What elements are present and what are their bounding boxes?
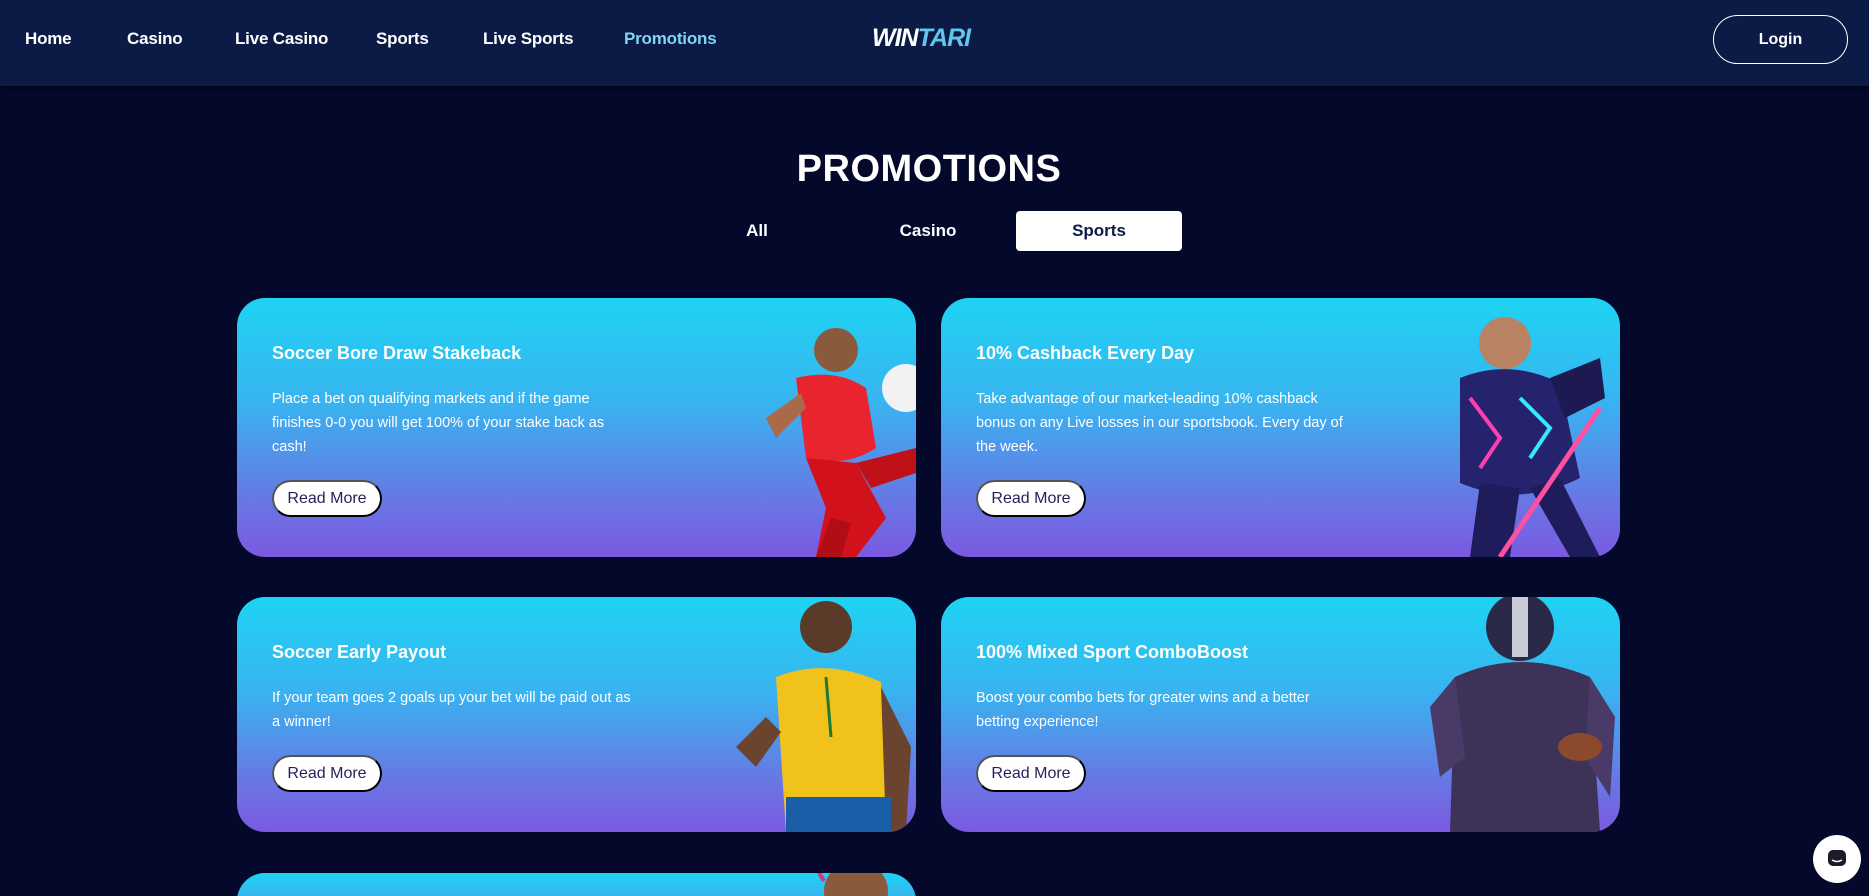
soccer-player-thumbs-up-image [736, 601, 911, 832]
logo-win: WIN [872, 24, 919, 52]
card-title: 10% Cashback Every Day [976, 343, 1195, 363]
site-header: Home Casino Live Casino Sports Live Spor… [0, 0, 1869, 86]
promo-card [237, 873, 916, 896]
tab-all[interactable]: All [674, 211, 840, 251]
card-description: Place a bet on qualifying markets and if… [272, 391, 605, 455]
card-title: Soccer Early Payout [272, 642, 447, 662]
nav-live-sports[interactable]: Live Sports [483, 29, 574, 49]
athlete-image [816, 873, 888, 896]
login-button[interactable]: Login [1713, 15, 1848, 64]
promo-card: 100% Mixed Sport ComboBoost Boost your c… [941, 597, 1620, 832]
nav-promotions[interactable]: Promotions [624, 29, 717, 49]
logo-tari: TARI [917, 24, 971, 52]
american-football-player-image [1430, 597, 1615, 832]
read-more-button[interactable]: Read More [976, 755, 1086, 792]
nav-casino[interactable]: Casino [127, 29, 183, 49]
card-description: Boost your combo bets for greater wins a… [976, 690, 1310, 730]
chat-icon [1828, 850, 1846, 866]
card-title: Soccer Bore Draw Stakeback [272, 343, 522, 363]
read-more-button[interactable]: Read More [976, 480, 1086, 517]
card-title: 100% Mixed Sport ComboBoost [976, 642, 1249, 662]
chat-button[interactable] [1813, 835, 1861, 883]
read-more-button[interactable]: Read More [272, 480, 382, 517]
hockey-player-image [1460, 317, 1605, 557]
tab-sports[interactable]: Sports [1016, 211, 1182, 251]
nav-home[interactable]: Home [25, 29, 72, 49]
read-more-button[interactable]: Read More [272, 755, 382, 792]
card-description: Take advantage of our market-leading 10%… [976, 391, 1343, 455]
nav-live-casino[interactable]: Live Casino [235, 29, 328, 49]
site-logo[interactable]: WINTARI [872, 24, 971, 53]
page-title: PROMOTIONS [796, 148, 1062, 190]
card-description: If your team goes 2 goals up your bet wi… [272, 690, 631, 730]
nav-sports[interactable]: Sports [376, 29, 429, 49]
soccer-player-kicking-image [766, 328, 916, 557]
promo-card: Soccer Bore Draw Stakeback Place a bet o… [237, 298, 916, 557]
promo-card: Soccer Early Payout If your team goes 2 … [237, 597, 916, 832]
tab-casino[interactable]: Casino [845, 211, 1011, 251]
promo-card: 10% Cashback Every Day Take advantage of… [941, 298, 1620, 557]
